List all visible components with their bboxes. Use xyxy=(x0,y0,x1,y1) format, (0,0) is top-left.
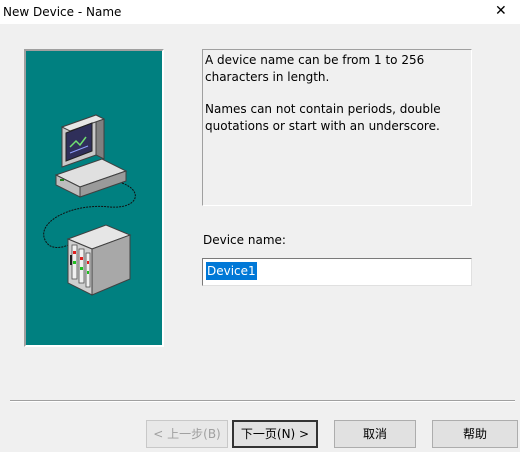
device-name-value[interactable]: Device1 xyxy=(206,262,257,280)
help-button[interactable]: 帮助 xyxy=(432,420,518,448)
back-button[interactable]: < 上一步(B) xyxy=(146,420,228,448)
close-icon[interactable]: ✕ xyxy=(495,3,507,19)
info-character-rule: Names can not contain periods, double qu… xyxy=(205,102,441,133)
wizard-illustration xyxy=(24,49,164,347)
device-name-label: Device name: xyxy=(203,233,286,247)
info-box: A device name can be from 1 to 256 chara… xyxy=(202,49,472,206)
device-name-input[interactable]: Device1 xyxy=(202,258,472,286)
plc-device-icon xyxy=(66,224,132,296)
cancel-button[interactable]: 取消 xyxy=(334,420,416,448)
title-bar: New Device - Name ✕ xyxy=(0,0,520,24)
computer-device-illustration xyxy=(43,114,136,296)
window-title: New Device - Name xyxy=(3,5,122,19)
next-button[interactable]: 下一页(N) > xyxy=(232,420,318,448)
info-text: A device name can be from 1 to 256 chara… xyxy=(205,52,467,150)
info-length-rule: A device name can be from 1 to 256 chara… xyxy=(205,53,425,84)
separator-highlight xyxy=(10,401,515,402)
computer-icon xyxy=(54,114,128,198)
